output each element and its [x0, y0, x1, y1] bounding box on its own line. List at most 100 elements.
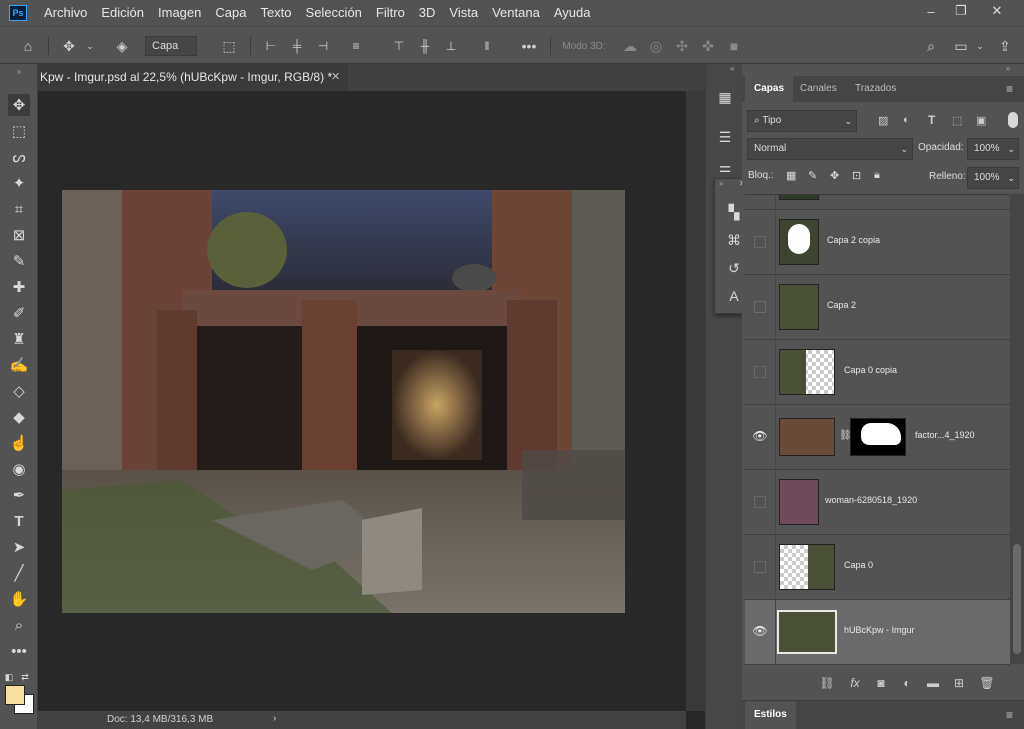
layer-name[interactable]: hUBcKpw - Imgur: [844, 625, 915, 635]
brush-settings-icon[interactable]: ☰: [714, 126, 736, 148]
close-tab-icon[interactable]: ✕: [331, 64, 340, 91]
move-tool-icon[interactable]: ✥: [8, 94, 30, 116]
close-icon[interactable]: ✕: [980, 0, 1014, 22]
layer-name[interactable]: Capa 0 copia: [844, 365, 897, 375]
type-tool-icon[interactable]: T: [8, 510, 30, 532]
chevron-down-icon[interactable]: ⌄: [84, 35, 96, 57]
blend-mode-dropdown[interactable]: Normal ⌄: [747, 138, 913, 160]
workspace-icon[interactable]: ▭: [950, 35, 972, 57]
align-vcenter-icon[interactable]: ╫: [416, 35, 434, 57]
collapse-panels-icon[interactable]: »: [1006, 64, 1010, 73]
workspace-chevron-icon[interactable]: ⌄: [974, 35, 986, 57]
menu-archivo[interactable]: Archivo: [37, 0, 94, 26]
layer-name[interactable]: Capa 2: [827, 300, 856, 310]
lock-image-icon[interactable]: ✎: [808, 169, 817, 182]
more-options-icon[interactable]: •••: [518, 35, 540, 57]
menu-texto[interactable]: Texto: [253, 0, 298, 26]
opacity-field[interactable]: 100% ⌄: [967, 138, 1019, 160]
line-tool-icon[interactable]: ╱: [8, 562, 30, 584]
lock-transparent-icon[interactable]: ▦: [786, 169, 796, 182]
lasso-tool-icon[interactable]: ᔕ: [8, 146, 30, 168]
visibility-toggle[interactable]: [754, 236, 766, 248]
layer-row-selected[interactable]: 👁︎ hUBcKpw - Imgur: [745, 600, 1010, 664]
layer-row[interactable]: Capa 0 copia: [745, 340, 1010, 405]
menu-ventana[interactable]: Ventana: [485, 0, 547, 26]
tab-channels[interactable]: Canales: [791, 76, 846, 102]
align-bottom-icon[interactable]: ⊥: [442, 35, 460, 57]
expand-panel-icon[interactable]: »: [719, 179, 723, 188]
menu-seleccion[interactable]: Selección: [299, 0, 369, 26]
tab-styles[interactable]: Estilos: [745, 701, 796, 729]
move-tool-icon[interactable]: ✥: [58, 35, 80, 57]
filter-pixel-icon[interactable]: ▨: [878, 114, 888, 127]
link-layers-icon[interactable]: ⛓: [819, 675, 835, 691]
pen-tool-icon[interactable]: ✒: [8, 484, 30, 506]
new-group-icon[interactable]: ▬: [925, 675, 941, 691]
restore-icon[interactable]: ❐: [944, 0, 978, 22]
minimize-icon[interactable]: –: [914, 0, 948, 22]
menu-imagen[interactable]: Imagen: [151, 0, 208, 26]
add-mask-icon[interactable]: ◙: [873, 675, 889, 691]
align-top-icon[interactable]: ⊤: [390, 35, 408, 57]
auto-select-icon[interactable]: ◈: [110, 35, 134, 57]
layer-row[interactable]: Capa 2 copia: [745, 210, 1010, 275]
distribute-vertical-icon[interactable]: ‖: [478, 35, 496, 57]
adjustments-icon[interactable]: ⚌: [714, 156, 736, 178]
canvas-vertical-scrollbar[interactable]: [686, 91, 705, 711]
lock-all-icon[interactable]: 🔒︎: [874, 169, 880, 182]
styles-menu-icon[interactable]: ≡: [1006, 708, 1013, 722]
layer-row-partial[interactable]: [745, 195, 1010, 210]
path-selection-tool-icon[interactable]: ➤: [8, 536, 30, 558]
layer-name[interactable]: woman-6280518_1920: [825, 495, 917, 505]
visibility-toggle[interactable]: [754, 561, 766, 573]
sponge-tool-icon[interactable]: ◉: [8, 458, 30, 480]
collapse-tools-icon[interactable]: »: [8, 66, 30, 76]
status-arrow-icon[interactable]: ›: [273, 713, 276, 724]
menu-edicion[interactable]: Edición: [94, 0, 151, 26]
layer-effects-icon[interactable]: fx: [847, 675, 863, 691]
tab-paths[interactable]: Trazados: [846, 76, 905, 102]
eye-icon[interactable]: 👁︎: [750, 621, 770, 641]
navigator-panel-icon[interactable]: ▦: [714, 86, 736, 108]
history-brush-tool-icon[interactable]: ✍: [8, 354, 30, 376]
tab-layers[interactable]: Capas: [745, 76, 794, 102]
menu-ayuda[interactable]: Ayuda: [547, 0, 598, 26]
visibility-toggle[interactable]: [754, 496, 766, 508]
filter-toggle-switch[interactable]: [1008, 112, 1018, 128]
menu-capa[interactable]: Capa: [208, 0, 253, 26]
transform-controls-icon[interactable]: ⬚: [218, 35, 240, 57]
foreground-color-swatch[interactable]: [5, 685, 25, 705]
menu-vista[interactable]: Vista: [442, 0, 485, 26]
lock-position-icon[interactable]: ✥: [830, 169, 839, 182]
hand-tool-icon[interactable]: ✋: [8, 588, 30, 610]
healing-brush-tool-icon[interactable]: ✚: [8, 276, 30, 298]
panel-menu-icon[interactable]: ≡: [1006, 82, 1013, 96]
distribute-icon[interactable]: ≡: [347, 35, 365, 57]
collapse-dock-icon[interactable]: «: [730, 64, 734, 73]
lock-artboard-icon[interactable]: ⊡: [852, 169, 861, 182]
paint-bucket-tool-icon[interactable]: ◆: [8, 406, 30, 428]
magic-wand-tool-icon[interactable]: ✦: [8, 172, 30, 194]
layer-mask-thumbnail[interactable]: [850, 418, 906, 456]
crop-tool-icon[interactable]: ⌗: [8, 198, 30, 220]
auto-select-dropdown[interactable]: Capa: [145, 36, 197, 56]
menu-3d[interactable]: 3D: [412, 0, 443, 26]
visibility-toggle[interactable]: [754, 366, 766, 378]
layer-row[interactable]: woman-6280518_1920: [745, 470, 1010, 535]
filter-smart-object-icon[interactable]: ▣: [976, 114, 986, 127]
filter-shape-icon[interactable]: ⬚: [952, 114, 962, 127]
scrollbar-thumb[interactable]: [1013, 544, 1021, 654]
share-icon[interactable]: ⇪: [994, 35, 1016, 57]
canvas-image[interactable]: [62, 190, 625, 613]
search-icon[interactable]: ⌕: [920, 35, 942, 57]
zoom-tool-icon[interactable]: ⌕: [8, 614, 30, 636]
frame-tool-icon[interactable]: ⊠: [8, 224, 30, 246]
smudge-tool-icon[interactable]: ☝: [8, 432, 30, 454]
marquee-tool-icon[interactable]: ⬚: [8, 120, 30, 142]
layers-scrollbar[interactable]: [1010, 194, 1024, 664]
layer-row[interactable]: Capa 2: [745, 275, 1010, 340]
eraser-tool-icon[interactable]: ◇: [8, 380, 30, 402]
new-layer-icon[interactable]: ⊞: [951, 675, 967, 691]
layer-row[interactable]: 👁︎ ⛓ factor...4_1920: [745, 405, 1010, 470]
eyedropper-tool-icon[interactable]: ✎: [8, 250, 30, 272]
